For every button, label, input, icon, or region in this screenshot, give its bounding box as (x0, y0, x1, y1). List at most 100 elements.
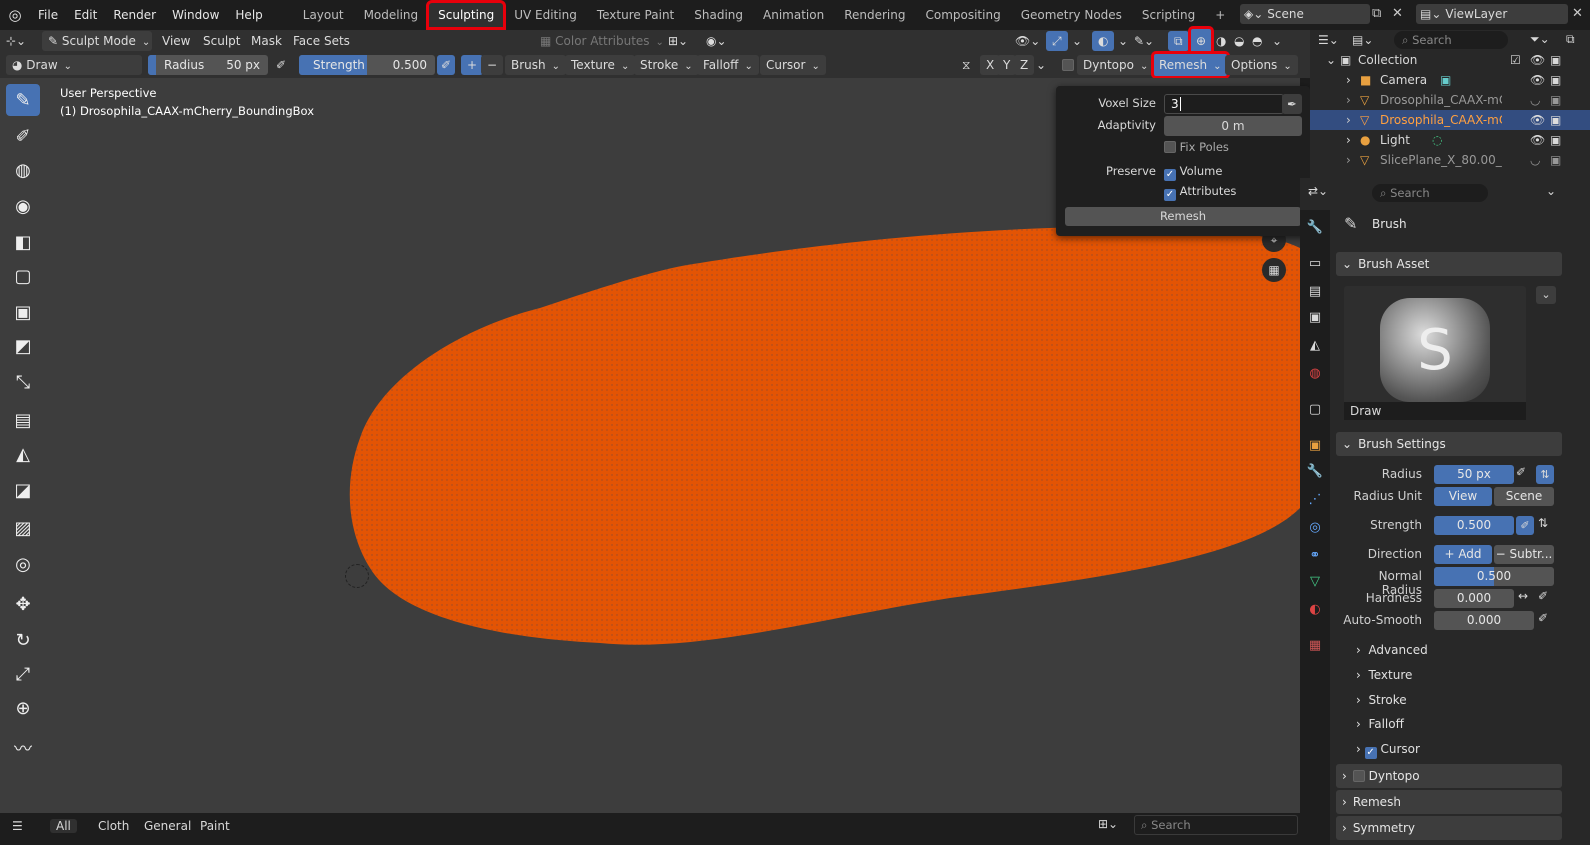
visibility-eye-icon[interactable]: 👁 (1530, 110, 1545, 130)
subpanel-advanced[interactable]: › Advanced (1356, 643, 1428, 657)
drosophila-mesh[interactable] (349, 226, 1300, 645)
properties-search[interactable]: ⌕ Search (1372, 184, 1488, 202)
menu-help[interactable]: Help (227, 4, 270, 26)
edit-face-set-icon[interactable]: ▨ (6, 512, 40, 544)
gizmo-toggle-icon[interactable]: ⤢ (1046, 31, 1068, 51)
brush-settings-panel-header[interactable]: ⌄ Brush Settings (1336, 432, 1562, 456)
outliner-row-camera[interactable]: › ■ Camera ▣ 👁 ▣ (1310, 70, 1590, 90)
subpanel-texture[interactable]: › Texture (1356, 668, 1412, 682)
remove-scene-icon[interactable]: ✕ (1392, 4, 1408, 24)
render-camera-icon[interactable]: ▣ (1550, 130, 1561, 150)
shading-dropdown-icon[interactable]: ⌄ (1272, 31, 1282, 51)
box-face-set-icon[interactable]: ▣ (6, 296, 40, 328)
direction-add-button[interactable]: + Add (1434, 545, 1492, 564)
render-camera-icon[interactable]: ▣ (1550, 150, 1561, 170)
prop-radius-pressure-icon[interactable]: ✐ (1516, 465, 1526, 479)
xray-toggle-icon[interactable]: ⧉ (1168, 31, 1189, 51)
particles-tab-icon[interactable]: ⋰ (1304, 488, 1326, 510)
render-camera-icon[interactable]: ▣ (1550, 70, 1561, 90)
tab-rendering[interactable]: Rendering (834, 2, 915, 28)
hardness-invert-icon[interactable]: ↔ (1518, 589, 1528, 603)
new-scene-icon[interactable]: ⧉ (1372, 4, 1390, 24)
box-mask-icon[interactable]: ▢ (6, 260, 40, 292)
tab-scripting[interactable]: Scripting (1132, 2, 1205, 28)
collection-tab-icon[interactable]: ▢ (1304, 398, 1326, 420)
perspective-toggle-icon[interactable]: ▦ (1262, 258, 1286, 282)
outliner-row-mesh-2[interactable]: › ▽ Drosophila_CAAX-mCl 👁 ▣ (1310, 110, 1590, 130)
collection-checkbox-icon[interactable]: ☑ (1510, 50, 1521, 70)
render-camera-icon[interactable]: ▣ (1550, 90, 1561, 110)
material-tab-icon[interactable]: ◐ (1304, 598, 1326, 620)
wireframe-shading-icon[interactable]: ⊕ (1187, 26, 1215, 56)
outliner-row-sliceplane[interactable]: ›▽ SlicePlane_X_80.00_Dr ◡ ▣ (1310, 150, 1590, 170)
subpanel-falloff[interactable]: › Falloff (1356, 717, 1404, 731)
paint-brush-icon[interactable]: ◉ (6, 190, 40, 222)
gizmo-dropdown-icon[interactable]: ⌄ (1072, 31, 1082, 51)
tab-compositing[interactable]: Compositing (915, 2, 1010, 28)
mode-selector[interactable]: ✎ Sculpt Mode (42, 31, 152, 51)
brush-menu[interactable]: Brush (505, 55, 567, 75)
symmetry-panel-header[interactable]: › Symmetry (1336, 816, 1562, 840)
visibility-eye-icon[interactable]: 👁 (1530, 50, 1545, 70)
world-tab-icon[interactable]: ◍ (1304, 362, 1326, 384)
menu-view[interactable]: View (162, 31, 190, 51)
radius-unit-view-button[interactable]: View (1434, 487, 1492, 506)
asset-tab-paint[interactable]: Paint (200, 819, 230, 833)
tab-texture-paint[interactable]: Texture Paint (587, 2, 684, 28)
asset-shelf-menu-icon[interactable]: ☰ (12, 819, 23, 833)
menu-mask[interactable]: Mask (251, 31, 282, 51)
asset-tab-general[interactable]: General (144, 819, 191, 833)
radius-field[interactable]: Radius 50 px (148, 55, 268, 75)
remesh-button[interactable]: Remesh (1065, 207, 1301, 226)
blender-logo-icon[interactable]: ◎ (0, 0, 30, 30)
view-layer-tab-icon[interactable]: ▣ (1304, 306, 1326, 328)
new-collection-icon[interactable]: ⧉ (1566, 32, 1575, 47)
outliner-search[interactable]: ⌕ Search (1394, 31, 1508, 49)
mesh-filter-icon[interactable]: ▤ (6, 404, 40, 436)
draw-brush-icon[interactable]: ✎ (6, 84, 40, 116)
remove-viewlayer-icon[interactable]: ✕ (1572, 4, 1588, 24)
prop-strength-pressure-icon[interactable]: ✐ (1516, 516, 1534, 535)
tab-uv-editing[interactable]: UV Editing (504, 2, 587, 28)
visibility-eye-icon[interactable]: 👁 (1530, 130, 1545, 150)
cloth-filter-icon[interactable]: ◭ (6, 438, 40, 470)
mesh-edit-overlay-icon[interactable]: ✎⌄ (1134, 31, 1154, 51)
prop-normal-radius-field[interactable]: 0.500 (1434, 567, 1554, 586)
overlay-dropdown-icon[interactable]: ⌄ (1118, 31, 1128, 51)
tab-geometry-nodes[interactable]: Geometry Nodes (1011, 2, 1132, 28)
strength-pressure-icon[interactable]: ✐ (437, 55, 456, 75)
menu-render[interactable]: Render (105, 4, 164, 26)
dyntopo-panel-header[interactable]: › Dyntopo (1336, 764, 1562, 788)
auto-smooth-pressure-icon[interactable]: ✐ (1538, 611, 1548, 625)
overlay-toggle-icon[interactable]: ◐ (1092, 31, 1115, 51)
line-project-icon[interactable]: ⤡ (6, 366, 40, 398)
visibility-eye-icon[interactable]: 👁 (1530, 70, 1545, 90)
options-menu[interactable]: Options (1225, 55, 1298, 75)
grab-brush-icon[interactable]: ◍ (6, 154, 40, 186)
menu-window[interactable]: Window (164, 4, 227, 26)
falloff-menu[interactable]: Falloff (697, 55, 759, 75)
mask-tool-icon[interactable]: ◧ (6, 226, 40, 258)
brush-selector[interactable]: ◕ Draw (6, 55, 142, 75)
subpanel-cursor[interactable]: › ✓ Cursor (1356, 742, 1420, 759)
direction-subtract-button[interactable]: − Subtr... (1494, 545, 1554, 564)
hidden-eye-icon[interactable]: ◡ (1530, 150, 1540, 170)
asset-tab-all[interactable]: All (50, 819, 77, 833)
texture-tab-icon[interactable]: ▦ (1304, 634, 1326, 656)
subpanel-stroke[interactable]: › Stroke (1356, 693, 1407, 707)
constraints-tab-icon[interactable]: ⚭ (1304, 544, 1326, 566)
radius-pressure-icon[interactable]: ✐ (276, 55, 286, 75)
color-attributes-dropdown[interactable]: ▦ Color Attributes (540, 31, 664, 51)
prop-radius-field[interactable]: 50 px (1434, 465, 1514, 484)
prop-auto-smooth-field[interactable]: 0.000 (1434, 611, 1534, 630)
material-shading-icon[interactable]: ◒ (1234, 31, 1244, 51)
asset-tab-cloth[interactable]: Cloth (98, 819, 129, 833)
dyntopo-menu[interactable]: Dyntopo (1077, 55, 1155, 75)
prop-radius-unit-toggle-icon[interactable]: ⇅ (1536, 465, 1554, 484)
render-camera-icon[interactable]: ▣ (1550, 110, 1561, 130)
object-tab-icon[interactable]: ▣ (1304, 434, 1326, 456)
rendered-shading-icon[interactable]: ◓ (1252, 31, 1262, 51)
render-camera-icon[interactable]: ▣ (1550, 50, 1561, 70)
outliner-row-collection[interactable]: ⌄ ▣ Collection ☑ 👁 ▣ (1310, 50, 1590, 70)
radius-unit-scene-button[interactable]: Scene (1494, 487, 1554, 506)
